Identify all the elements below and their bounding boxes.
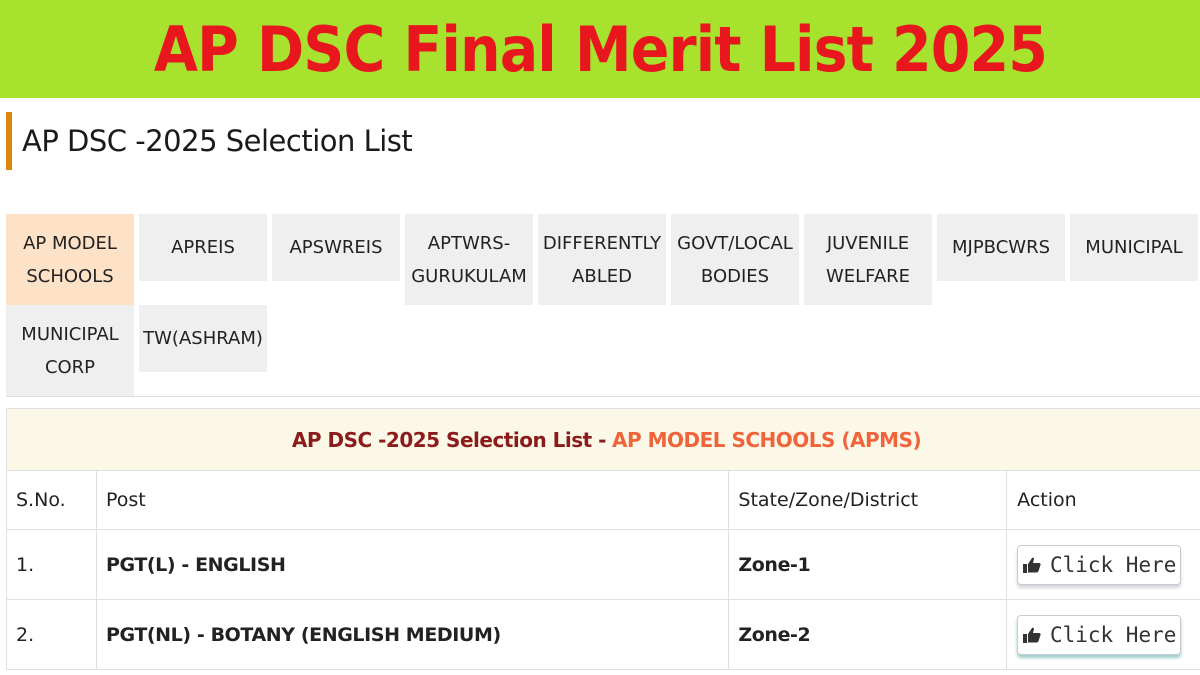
header-zone: State/Zone/District [729,471,1008,529]
page-banner: AP DSC Final Merit List 2025 [0,0,1200,98]
pointing-hand-icon [1022,627,1041,643]
pointing-hand-icon [1022,557,1041,573]
header-sno: S.No. [7,471,97,529]
click-here-button[interactable]: Click Here [1017,614,1182,655]
tab-tw-ashram[interactable]: TW(ASHRAM) [139,305,267,372]
caption-category: AP MODEL SCHOOLS (APMS) [611,427,922,452]
header-action: Action [1007,471,1200,529]
tab-apreis[interactable]: APREIS [139,214,267,281]
tab-differently-abled[interactable]: DIFFERENTLY ABLED [538,214,666,305]
table-header-row: S.No. Post State/Zone/District Action [7,471,1200,530]
selection-table: AP DSC -2025 Selection List - AP MODEL S… [6,408,1200,670]
cell-post: PGT(L) - ENGLISH [97,530,730,599]
header-post: Post [97,471,730,529]
cell-zone: Zone-1 [729,530,1008,599]
tabs-divider [6,396,1200,397]
tab-label: TW(ASHRAM) [143,328,263,349]
tab-label: DIFFERENTLY ABLED [542,232,662,287]
table-caption: AP DSC -2025 Selection List - AP MODEL S… [7,409,1200,471]
table-row: 1. PGT(L) - ENGLISH Zone-1 Click Here [7,530,1200,600]
tab-label: MUNICIPAL [1085,237,1183,258]
tab-juvenile-welfare[interactable]: JUVENILE WELFARE [804,214,932,305]
tab-label: MUNICIPAL CORP [21,323,119,378]
cell-action: Click Here [1007,530,1200,599]
tab-label: APTWRS-GURUKULAM [411,232,527,287]
section-title: AP DSC -2025 Selection List [22,124,413,158]
banner-title: AP DSC Final Merit List 2025 [153,12,1047,86]
tab-label: APSWREIS [289,237,383,258]
button-label: Click Here [1049,552,1177,577]
tab-municipal[interactable]: MUNICIPAL [1070,214,1198,281]
tab-govt-local-bodies[interactable]: GOVT/LOCAL BODIES [671,214,799,305]
tab-municipal-corp[interactable]: MUNICIPAL CORP [6,305,134,396]
tab-apswreis[interactable]: APSWREIS [272,214,400,281]
table-row: 2. PGT(NL) - BOTANY (ENGLISH MEDIUM) Zon… [7,600,1200,670]
tab-ap-model-schools[interactable]: AP MODEL SCHOOLS [6,214,134,305]
section-header: AP DSC -2025 Selection List [6,112,413,170]
cell-sno: 2. [7,600,97,669]
cell-zone: Zone-2 [729,600,1008,669]
button-label: Click Here [1049,622,1177,647]
tab-label: JUVENILE WELFARE [825,232,911,287]
tab-aptwrs-gurukulam[interactable]: APTWRS-GURUKULAM [405,214,533,305]
tab-mjpbcwrs[interactable]: MJPBCWRS [937,214,1065,281]
cell-post: PGT(NL) - BOTANY (ENGLISH MEDIUM) [97,600,730,669]
click-here-button[interactable]: Click Here [1017,544,1182,585]
caption-main: AP DSC -2025 Selection List - [291,427,607,452]
tab-label: GOVT/LOCAL BODIES [677,232,793,287]
cell-action: Click Here [1007,600,1200,669]
cell-sno: 1. [7,530,97,599]
tab-label: AP MODEL SCHOOLS [23,232,117,287]
tab-label: APREIS [171,237,235,258]
tab-label: MJPBCWRS [951,237,1051,258]
